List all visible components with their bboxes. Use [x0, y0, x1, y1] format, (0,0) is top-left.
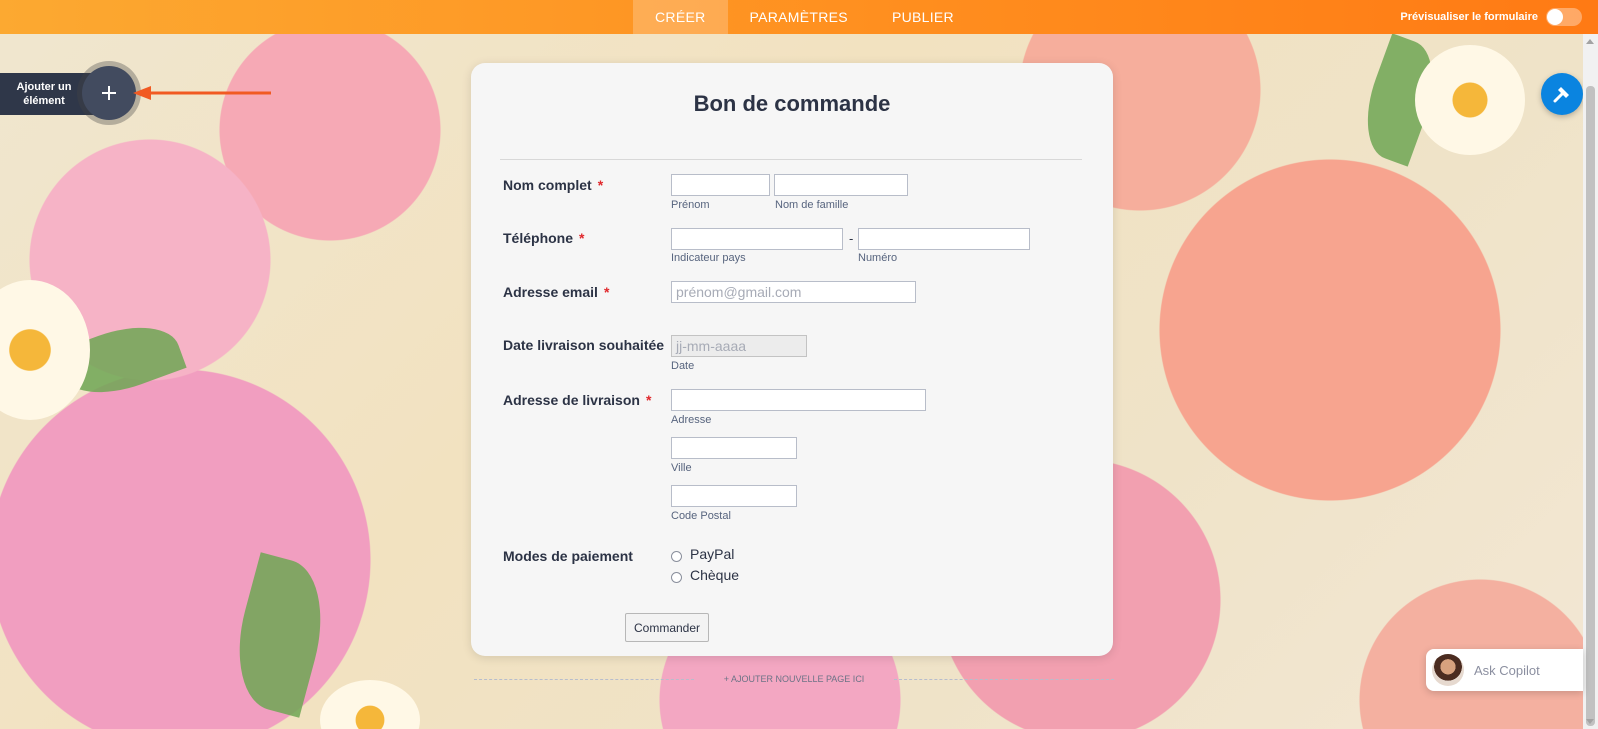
city-sublabel: Ville [671, 462, 692, 474]
vertical-scrollbar[interactable] [1583, 34, 1598, 729]
email-label-text: Adresse email [503, 284, 598, 300]
country-code-sublabel: Indicateur pays [671, 252, 746, 264]
scroll-down-icon[interactable] [1586, 719, 1594, 724]
avatar [1432, 654, 1464, 686]
full-name-label[interactable]: Nom complet * [503, 177, 603, 193]
tab-publish[interactable]: PUBLIER [870, 0, 976, 34]
form-title[interactable]: Bon de commande [471, 91, 1113, 117]
scroll-thumb[interactable] [1586, 86, 1595, 726]
radio-paypal-label[interactable]: PayPal [690, 546, 734, 562]
tab-settings[interactable]: PARAMÈTRES [728, 0, 870, 34]
street-address-input[interactable] [671, 389, 926, 411]
first-name-input[interactable] [671, 174, 770, 196]
radio-paypal[interactable] [671, 551, 682, 562]
form-card: Bon de commande Nom complet * Prénom Nom … [471, 63, 1113, 656]
email-label[interactable]: Adresse email * [503, 284, 609, 300]
required-marker: * [603, 284, 610, 300]
postal-code-sublabel: Code Postal [671, 510, 731, 522]
delivery-address-label[interactable]: Adresse de livraison * [503, 392, 651, 408]
phone-country-code-input[interactable] [671, 228, 843, 250]
phone-label-text: Téléphone [503, 230, 574, 246]
delivery-date-input[interactable]: jj-mm-aaaa [671, 335, 807, 357]
add-element-button[interactable] [82, 66, 136, 120]
phone-number-input[interactable] [858, 228, 1030, 250]
payment-methods-label[interactable]: Modes de paiement [503, 548, 633, 564]
title-divider [500, 159, 1082, 160]
street-address-sublabel: Adresse [671, 414, 712, 426]
full-name-label-text: Nom complet [503, 177, 592, 193]
phone-dash: - [849, 231, 854, 246]
required-marker: * [579, 230, 585, 246]
arrow-pointer-icon [133, 86, 271, 100]
last-name-input[interactable] [774, 174, 908, 196]
ask-copilot-label: Ask Copilot [1474, 662, 1540, 678]
plus-icon [102, 86, 116, 100]
radio-cheque[interactable] [671, 572, 682, 583]
add-element-label: Ajouter un élément [16, 81, 72, 107]
first-name-sublabel: Prénom [671, 199, 710, 211]
scroll-up-icon[interactable] [1586, 39, 1594, 44]
phone-label[interactable]: Téléphone * [503, 230, 584, 246]
required-marker: * [645, 392, 652, 408]
top-bar: CRÉER PARAMÈTRES PUBLIER Prévisualiser l… [0, 0, 1598, 34]
email-input[interactable]: prénom@gmail.com [671, 281, 916, 303]
city-input[interactable] [671, 437, 797, 459]
delivery-address-label-text: Adresse de livraison [503, 392, 640, 408]
delivery-date-label[interactable]: Date livraison souhaitée [503, 337, 664, 353]
builder-tabs: CRÉER PARAMÈTRES PUBLIER [633, 0, 976, 34]
add-new-page-link[interactable]: + AJOUTER NOUVELLE PAGE ICI [474, 674, 1114, 686]
form-designer-button[interactable] [1541, 73, 1583, 115]
preview-toggle[interactable] [1546, 8, 1582, 26]
preview-label: Prévisualiser le formulaire [1400, 11, 1538, 23]
phone-number-sublabel: Numéro [858, 252, 898, 264]
required-marker: * [597, 177, 604, 193]
ask-copilot-button[interactable]: Ask Copilot [1426, 649, 1583, 691]
paint-roller-icon [1553, 87, 1569, 103]
last-name-sublabel: Nom de famille [775, 199, 849, 211]
preview-form: Prévisualiser le formulaire [1400, 0, 1582, 34]
radio-cheque-label[interactable]: Chèque [690, 567, 739, 583]
postal-code-input[interactable] [671, 485, 797, 507]
date-sublabel: Date [671, 360, 695, 372]
tab-create[interactable]: CRÉER [633, 0, 728, 34]
submit-button[interactable]: Commander [625, 613, 709, 642]
